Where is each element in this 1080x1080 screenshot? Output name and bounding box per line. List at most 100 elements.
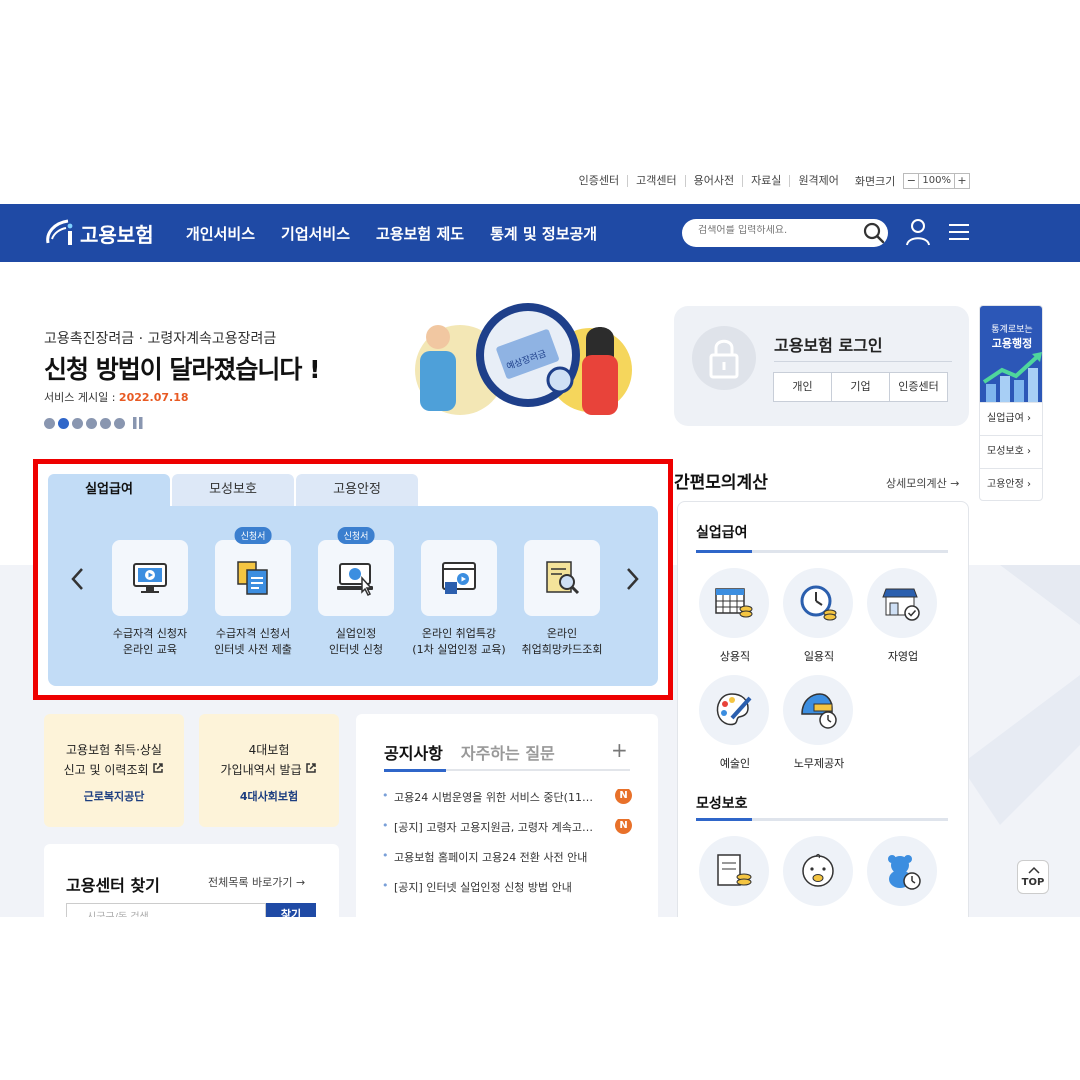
stats-line1: 통계로보는: [991, 325, 1033, 335]
tab-faq[interactable]: 자주하는 질문: [461, 740, 555, 764]
lock-icon-circle: [692, 326, 756, 390]
login-cert-button[interactable]: 인증센터: [889, 372, 948, 402]
quick-stability[interactable]: 고용안정 ›: [980, 468, 1042, 500]
banner-date-label: 서비스 게시일 :: [44, 391, 119, 404]
site-logo[interactable]: 고용보험: [42, 217, 154, 249]
notice-item[interactable]: [공지] 인터넷 실업인정 신청 방법 안내: [382, 879, 632, 909]
notice-item[interactable]: 고용보험 홈페이지 고용24 전환 사전 안내: [382, 849, 632, 879]
menu-business[interactable]: 기업서비스: [281, 223, 350, 244]
calc-maternity-leave[interactable]: [699, 836, 771, 906]
quick-link-org: 4대사회보험: [239, 790, 299, 803]
quick-unemployment[interactable]: 실업급여 ›: [980, 402, 1042, 435]
tab-notice[interactable]: 공지사항: [384, 740, 443, 764]
banner-dot[interactable]: [114, 417, 125, 429]
laptop-click-icon: [337, 563, 373, 597]
util-link-glossary[interactable]: 용어사전: [684, 175, 742, 187]
banner-dot-active[interactable]: [58, 417, 69, 429]
banner-dot[interactable]: [86, 417, 97, 429]
quick-link-line2: 신고 및 이력조회: [44, 760, 184, 780]
calc-daily[interactable]: 일용직: [783, 568, 855, 664]
find-center-button[interactable]: 찾기: [266, 903, 316, 917]
pause-icon[interactable]: [132, 417, 144, 429]
top-button-label: TOP: [1021, 877, 1045, 888]
zoom-control: 화면크기 − 100% +: [855, 173, 970, 189]
notice-item-text: [공지] 고령자 고용지원금, 고령자 계속고…: [394, 821, 593, 834]
zoom-plus-button[interactable]: +: [954, 173, 970, 189]
banner-dot[interactable]: [72, 417, 83, 429]
quick-link-text: 고용보험 취득·상실 신고 및 이력조회: [44, 740, 184, 780]
banner-title[interactable]: 신청 방법이 달라졌습니다 !: [44, 350, 321, 386]
service-label-line1: 온라인: [546, 627, 578, 640]
user-icon[interactable]: [904, 217, 932, 247]
search-icon[interactable]: [862, 221, 886, 245]
banner-pagination: [44, 417, 144, 429]
util-link-customer[interactable]: 고객센터: [627, 175, 684, 187]
menu-statistics[interactable]: 통계 및 정보공개: [490, 223, 597, 244]
calc-icon-circle: [783, 675, 853, 745]
top-button[interactable]: TOP: [1017, 860, 1049, 894]
calendar-coins-icon: [715, 588, 753, 618]
calc-service-provider[interactable]: 노무제공자: [783, 675, 855, 771]
calc-self-employed[interactable]: 자영업: [867, 568, 939, 664]
util-link-cert[interactable]: 인증센터: [571, 175, 627, 187]
notice-more-button[interactable]: +: [611, 738, 628, 762]
notice-tabs: 공지사항 자주하는 질문: [384, 740, 573, 764]
notice-item[interactable]: 고용24 시범운영을 위한 서비스 중단(11… N: [382, 789, 632, 819]
calc-icon-circle: [783, 836, 853, 906]
calc-regular[interactable]: 상용직: [699, 568, 771, 664]
quick-maternity[interactable]: 모성보호 ›: [980, 435, 1042, 468]
tab-unemployment[interactable]: 실업급여: [48, 474, 170, 506]
find-center-input[interactable]: 시군구/동 검색: [66, 903, 266, 917]
calc-detail-link[interactable]: 상세모의계산 →: [886, 475, 959, 491]
zoom-minus-button[interactable]: −: [903, 173, 920, 189]
stats-banner[interactable]: 통계로보는 고용행정: [980, 306, 1042, 402]
quick-link-text: 4대보험 가입내역서 발급: [199, 740, 339, 780]
util-link-remote[interactable]: 원격제어: [789, 175, 846, 187]
prev-arrow-icon[interactable]: [68, 566, 88, 592]
service-job-card[interactable]: 온라인 취업희망카드조회: [512, 540, 612, 658]
palette-icon: [716, 693, 752, 726]
application-badge: 신청서: [337, 527, 375, 544]
find-center-card: 고용센터 찾기 전체목록 바로가기 → 시군구/동 검색 찾기: [44, 844, 339, 917]
tab-stability[interactable]: 고용안정: [296, 474, 418, 506]
calc-icon-circle: [867, 836, 937, 906]
service-icon-box: [524, 540, 600, 616]
service-icon-box: [421, 540, 497, 616]
tab-maternity[interactable]: 모성보호: [172, 474, 294, 506]
store-icon: [882, 588, 920, 621]
calc-icon-circle: [699, 836, 769, 906]
main-menu: 개인서비스 기업서비스 고용보험 제도 통계 및 정보공개: [186, 204, 623, 262]
next-arrow-icon[interactable]: [622, 566, 642, 592]
document-search-icon: [546, 561, 580, 595]
service-icon-box: 신청서: [215, 527, 291, 616]
calc-label: 일용직: [803, 650, 835, 663]
find-center-more-link[interactable]: 전체목록 바로가기 →: [208, 874, 305, 890]
calc-icon-circle: [699, 568, 769, 638]
calc-artist[interactable]: 예술인: [699, 675, 771, 771]
document-coins-icon: [717, 854, 752, 886]
quick-link-acquisition[interactable]: 고용보험 취득·상실 신고 및 이력조회 근로복지공단: [44, 714, 184, 827]
login-personal-button[interactable]: 개인: [773, 372, 832, 402]
clock-coins-icon: [800, 585, 837, 621]
service-icon-box: 신청서: [318, 527, 394, 616]
banner-dot[interactable]: [100, 417, 111, 429]
hamburger-menu-icon[interactable]: [948, 222, 970, 242]
menu-system[interactable]: 고용보험 제도: [376, 223, 464, 244]
calc-icon-circle: [699, 675, 769, 745]
util-link-archive[interactable]: 자료실: [742, 175, 789, 187]
service-tabs: 실업급여 모성보호 고용안정: [48, 474, 420, 506]
notice-card: 공지사항 자주하는 질문 + 고용24 시범운영을 위한 서비스 중단(11… …: [356, 714, 658, 917]
quick-link-4insurance[interactable]: 4대보험 가입내역서 발급 4대사회보험: [199, 714, 339, 827]
banner-dot[interactable]: [44, 417, 55, 429]
menu-personal[interactable]: 개인서비스: [186, 223, 255, 244]
highlighted-service-panel: 실업급여 모성보호 고용안정 수급자격 신청자 온라인 교육 신청서 수급자격 …: [33, 459, 673, 700]
calc-baby[interactable]: [783, 836, 855, 906]
notice-item[interactable]: [공지] 고령자 고용지원금, 고령자 계속고… N: [382, 819, 632, 849]
external-link-icon: [153, 763, 164, 773]
monitor-play-icon: [133, 563, 167, 593]
quick-link-org: 근로복지공단: [83, 790, 145, 803]
search-input[interactable]: [698, 225, 858, 236]
calc-childcare[interactable]: [867, 836, 939, 906]
login-business-button[interactable]: 기업: [831, 372, 890, 402]
banner-illustration: 예상장려금: [415, 303, 632, 415]
